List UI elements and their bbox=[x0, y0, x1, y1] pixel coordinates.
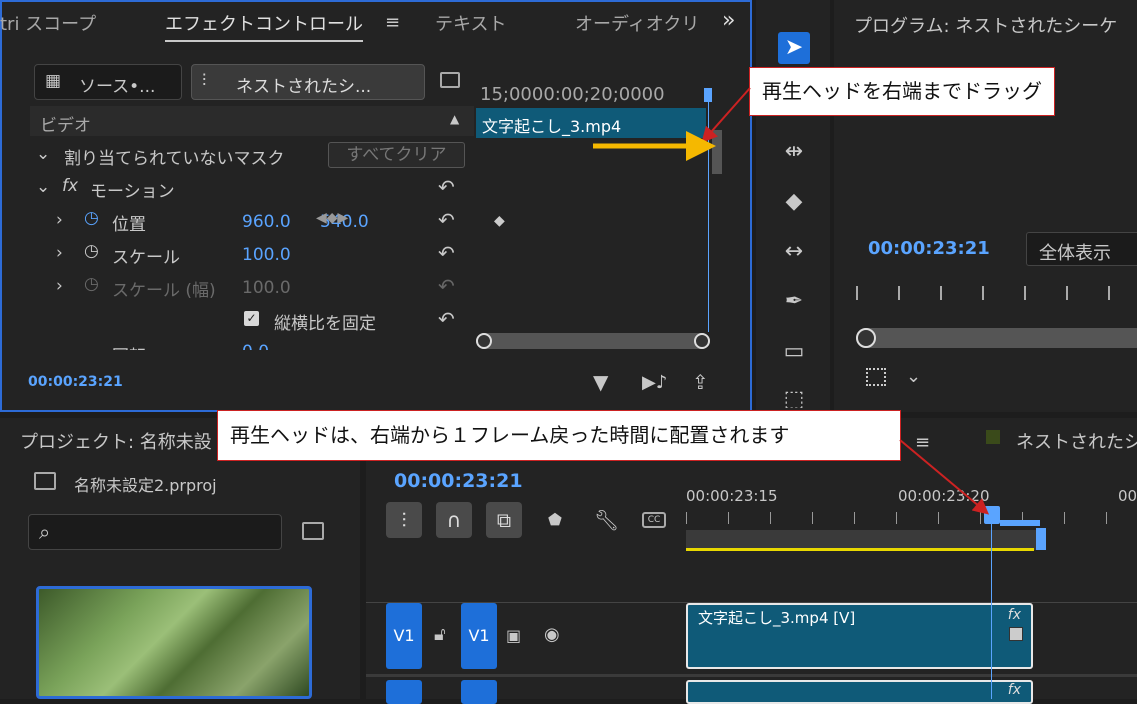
annotation-arrows bbox=[593, 87, 990, 515]
red-arrow-top bbox=[701, 87, 751, 143]
red-arrow-bottom bbox=[899, 439, 990, 515]
